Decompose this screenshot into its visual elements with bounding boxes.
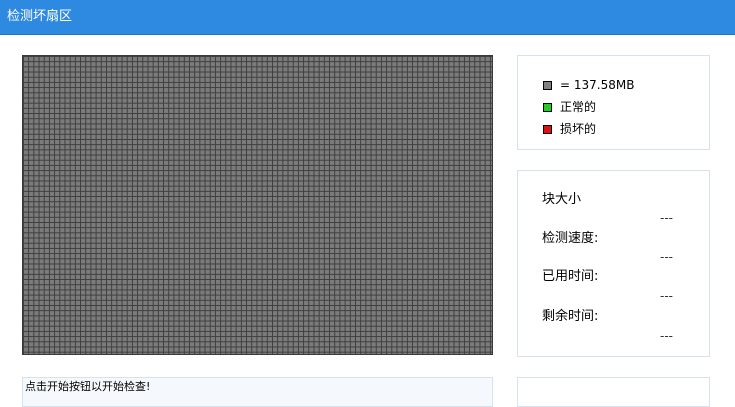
window-title: 检测坏扇区 [7, 9, 73, 24]
damaged-swatch [543, 124, 552, 134]
normal-swatch [543, 102, 552, 112]
remaining-label: 剩余时间: [542, 309, 599, 324]
stats-panel: 块大小 --- 检测速度: --- 已用时间: --- 剩余时间: --- [517, 170, 710, 357]
remaining-value: --- [660, 329, 673, 343]
sector-map-grid [22, 55, 493, 355]
block-swatch [543, 80, 552, 90]
block-size-label: 块大小 [542, 192, 582, 207]
legend-item-block: = 137.58MB [543, 77, 634, 93]
status-box: 点击开始按钮以开始检查! [22, 377, 493, 407]
speed-value: --- [660, 250, 673, 264]
elapsed-value: --- [660, 289, 673, 303]
legend-item-normal: 正常的 [543, 99, 596, 115]
elapsed-label: 已用时间: [542, 269, 599, 284]
legend-damaged-label: 损坏的 [560, 122, 597, 136]
speed-label: 检测速度: [542, 231, 599, 246]
status-message: 点击开始按钮以开始检查! [25, 380, 151, 393]
block-size-value: --- [660, 211, 673, 225]
bottom-right-panel [517, 377, 710, 407]
title-bar: 检测坏扇区 [0, 0, 735, 35]
legend-item-damaged: 损坏的 [543, 121, 596, 137]
legend-block-size: = 137.58MB [560, 78, 635, 92]
legend-normal-label: 正常的 [560, 100, 597, 114]
legend-panel: = 137.58MB 正常的 损坏的 [517, 55, 710, 150]
